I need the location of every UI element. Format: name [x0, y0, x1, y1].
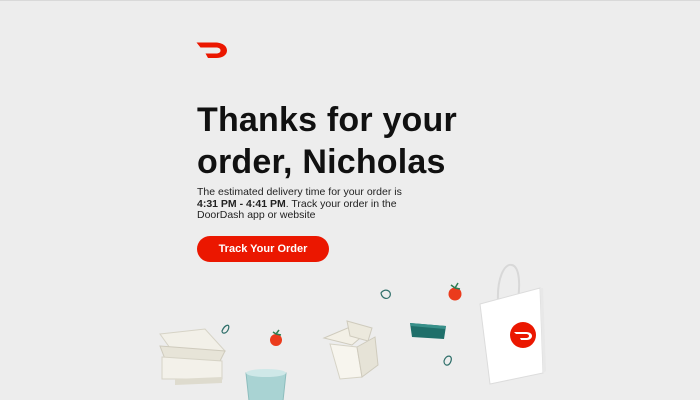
food-illustration [159, 263, 546, 400]
doordash-logo-icon [196, 42, 227, 58]
page-title: Thanks for your order, Nicholas [197, 101, 457, 181]
takeout-box-icon [159, 328, 227, 385]
bowl-icon [410, 323, 446, 339]
tomato-icon [448, 282, 462, 301]
shopping-bag-icon [479, 263, 546, 385]
leaf-icon [380, 289, 391, 299]
drink-cup-icon [245, 369, 287, 400]
delivery-message: The estimated delivery time for your ord… [197, 186, 412, 222]
chinese-takeout-icon [322, 320, 379, 380]
delivery-message-prefix: The estimated delivery time for your ord… [197, 186, 402, 198]
email-canvas: Thanks for your order, Nicholas The esti… [0, 0, 700, 400]
leaf-icon [221, 324, 230, 334]
delivery-time-window: 4:31 PM - 4:41 PM [197, 197, 286, 210]
tomato-icon [270, 329, 282, 346]
leaf-icon [443, 355, 452, 366]
